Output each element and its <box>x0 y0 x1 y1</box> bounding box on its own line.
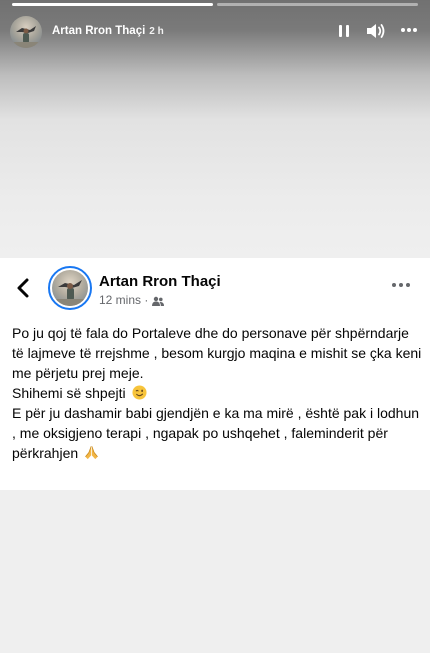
post-avatar[interactable] <box>48 266 92 310</box>
post-paragraph: Shihemi së shpejti <box>12 383 422 403</box>
story-timestamp: 2 h <box>149 26 164 37</box>
friends-icon <box>152 295 165 306</box>
post-author-name[interactable]: Artan Rron Thaçi <box>99 273 221 290</box>
more-options-icon[interactable] <box>400 23 418 37</box>
post-text: Po ju qoj të fala do Portaleve dhe do pe… <box>12 323 422 463</box>
progress-segment <box>217 3 418 6</box>
story-header: Artan Rron Thaçi 2 h <box>10 16 420 48</box>
post-paragraph-text: Shihemi së shpejti <box>12 385 126 401</box>
post-paragraph-text: E për ju dashamir babi gjendjën e ka ma … <box>12 405 420 461</box>
progress-fill <box>12 3 213 6</box>
story-avatar[interactable] <box>10 16 42 48</box>
post-more-options-icon[interactable] <box>390 278 412 292</box>
post-paragraph: Po ju qoj të fala do Portaleve dhe do pe… <box>12 325 422 381</box>
post-paragraph: E për ju dashamir babi gjendjën e ka ma … <box>12 403 422 463</box>
back-arrow-icon[interactable] <box>12 276 36 300</box>
post-timestamp: 12 mins · <box>99 293 149 307</box>
story-viewer: Artan Rron Thaçi 2 h Artan Rron Thaçi 12… <box>0 0 430 653</box>
story-author-line: Artan Rron Thaçi 2 h <box>52 25 164 37</box>
pause-icon[interactable] <box>337 24 351 38</box>
story-author-name[interactable]: Artan Rron Thaçi <box>52 25 145 37</box>
folded-hands-emoji <box>84 445 99 460</box>
volume-icon[interactable] <box>366 22 386 40</box>
story-progress <box>12 3 418 6</box>
avatar-image <box>10 26 42 48</box>
post-meta: 12 mins · <box>99 293 165 307</box>
shared-post-card: Artan Rron Thaçi 12 mins · Po ju qoj të … <box>0 258 430 490</box>
progress-segment <box>12 3 213 6</box>
winking-face-emoji <box>131 385 147 400</box>
avatar-image <box>52 270 88 306</box>
